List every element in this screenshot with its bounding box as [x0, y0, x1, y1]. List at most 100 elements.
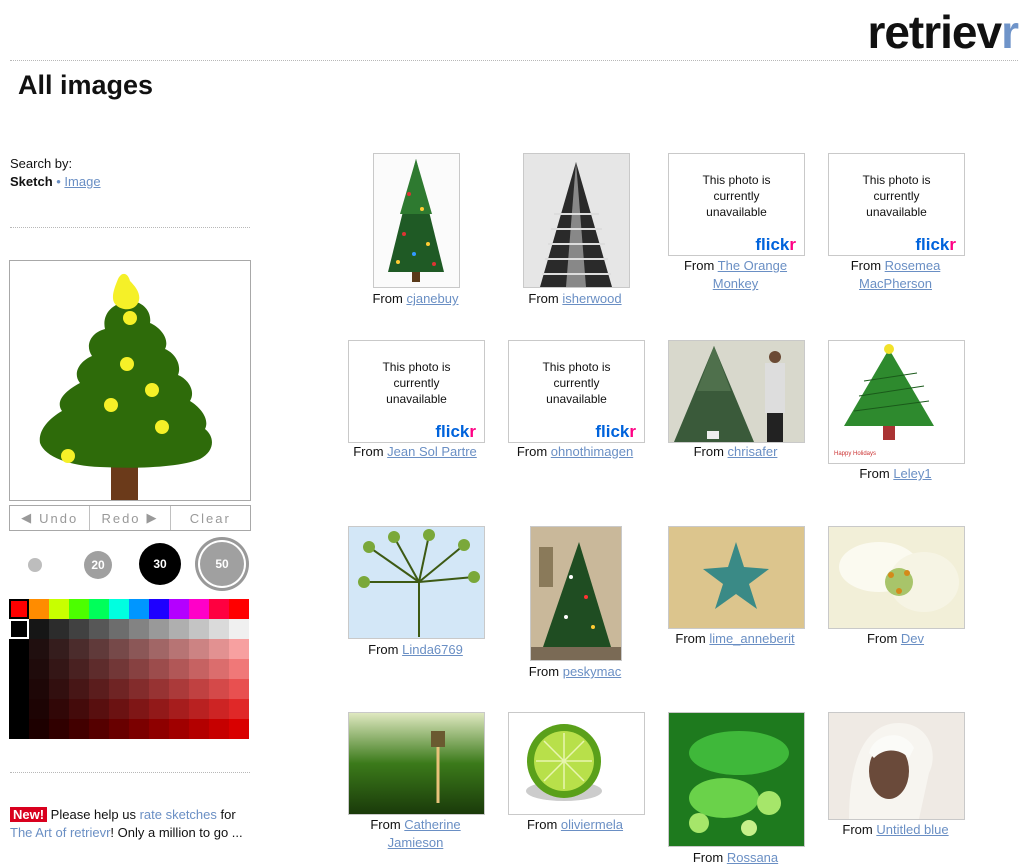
result-thumbnail[interactable]	[523, 153, 630, 288]
color-swatch[interactable]	[29, 719, 49, 739]
color-swatch[interactable]	[69, 659, 89, 679]
color-swatch[interactable]	[89, 599, 109, 619]
color-swatch[interactable]	[209, 639, 229, 659]
color-swatch[interactable]	[189, 599, 209, 619]
color-swatch[interactable]	[9, 639, 29, 659]
color-swatch[interactable]	[89, 719, 109, 739]
user-link[interactable]: chrisafer	[728, 444, 778, 459]
color-swatch[interactable]	[109, 599, 129, 619]
rate-sketches-link[interactable]: rate sketches	[140, 807, 217, 822]
color-swatch[interactable]	[229, 679, 249, 699]
color-swatch[interactable]	[229, 699, 249, 719]
color-swatch[interactable]	[189, 719, 209, 739]
color-swatch[interactable]	[149, 659, 169, 679]
color-swatch[interactable]	[209, 719, 229, 739]
color-swatch[interactable]	[129, 699, 149, 719]
user-link[interactable]: lime_anneberit	[709, 631, 794, 646]
color-swatch[interactable]	[69, 679, 89, 699]
result-thumbnail[interactable]: This photo is currently unavailable flickr	[668, 153, 805, 256]
brush-size-50[interactable]: 50	[198, 540, 246, 588]
color-swatch[interactable]	[129, 599, 149, 619]
color-swatch[interactable]	[29, 699, 49, 719]
color-swatch[interactable]	[9, 599, 29, 619]
color-swatch[interactable]	[9, 679, 29, 699]
result-thumbnail[interactable]	[668, 340, 805, 443]
result-thumbnail[interactable]	[348, 526, 485, 639]
color-swatch[interactable]	[29, 679, 49, 699]
color-swatch[interactable]	[109, 659, 129, 679]
color-swatch[interactable]	[209, 699, 229, 719]
color-swatch[interactable]	[169, 659, 189, 679]
result-thumbnail[interactable]	[828, 526, 965, 629]
color-swatch[interactable]	[229, 639, 249, 659]
color-swatch[interactable]	[209, 659, 229, 679]
color-swatch[interactable]	[169, 619, 189, 639]
undo-button[interactable]: ◀ Undo	[10, 506, 91, 530]
result-thumbnail[interactable]: This photo is currently unavailable flickr	[508, 340, 645, 443]
user-link[interactable]: Untitled blue	[876, 822, 948, 837]
color-swatch[interactable]	[209, 619, 229, 639]
color-swatch[interactable]	[89, 639, 109, 659]
result-thumbnail[interactable]	[348, 712, 485, 815]
brush-size-small[interactable]	[28, 558, 42, 572]
result-thumbnail[interactable]: Happy Holidays	[828, 340, 965, 464]
color-swatch[interactable]	[169, 639, 189, 659]
color-swatch[interactable]	[69, 719, 89, 739]
user-link[interactable]: Leley1	[893, 466, 931, 481]
color-swatch[interactable]	[109, 639, 129, 659]
result-thumbnail[interactable]	[668, 712, 805, 847]
user-link[interactable]: Rossana	[727, 850, 778, 865]
color-swatch[interactable]	[69, 619, 89, 639]
user-link[interactable]: ohnothimagen	[551, 444, 633, 459]
user-link[interactable]: The Orange Monkey	[713, 258, 787, 291]
color-swatch[interactable]	[9, 659, 29, 679]
color-swatch[interactable]	[229, 659, 249, 679]
color-swatch[interactable]	[169, 699, 189, 719]
color-swatch[interactable]	[89, 619, 109, 639]
color-swatch[interactable]	[189, 639, 209, 659]
clear-button[interactable]: Clear	[171, 506, 250, 530]
result-thumbnail[interactable]: This photo is currently unavailable flickr	[828, 153, 965, 256]
image-mode-link[interactable]: Image	[64, 174, 100, 189]
color-swatch[interactable]	[49, 719, 69, 739]
sketch-canvas[interactable]	[9, 260, 251, 501]
color-swatch[interactable]	[129, 679, 149, 699]
color-swatch[interactable]	[109, 699, 129, 719]
color-swatch[interactable]	[129, 719, 149, 739]
color-swatch[interactable]	[29, 619, 49, 639]
color-swatch[interactable]	[29, 659, 49, 679]
user-link[interactable]: isherwood	[562, 291, 621, 306]
color-swatch[interactable]	[149, 619, 169, 639]
color-swatch[interactable]	[169, 719, 189, 739]
color-swatch[interactable]	[89, 699, 109, 719]
redo-button[interactable]: Redo ▶	[90, 506, 171, 530]
color-swatch[interactable]	[149, 599, 169, 619]
brush-size-30[interactable]: 30	[139, 543, 181, 585]
color-swatch[interactable]	[169, 599, 189, 619]
color-swatch[interactable]	[49, 599, 69, 619]
color-swatch[interactable]	[49, 699, 69, 719]
color-swatch[interactable]	[229, 719, 249, 739]
result-thumbnail[interactable]	[530, 526, 622, 661]
color-swatch[interactable]	[189, 659, 209, 679]
color-swatch[interactable]	[129, 659, 149, 679]
color-swatch[interactable]	[89, 679, 109, 699]
user-link[interactable]: Dev	[901, 631, 924, 646]
color-swatch[interactable]	[189, 679, 209, 699]
color-swatch[interactable]	[129, 619, 149, 639]
color-swatch[interactable]	[49, 639, 69, 659]
art-of-retrievr-link[interactable]: The Art of retrievr	[10, 825, 110, 840]
color-swatch[interactable]	[149, 719, 169, 739]
color-swatch[interactable]	[69, 599, 89, 619]
color-swatch[interactable]	[189, 699, 209, 719]
color-swatch[interactable]	[89, 659, 109, 679]
color-swatch[interactable]	[169, 679, 189, 699]
color-swatch[interactable]	[29, 639, 49, 659]
brush-size-20[interactable]: 20	[84, 551, 112, 579]
result-thumbnail[interactable]: This photo is currently unavailable flickr	[348, 340, 485, 443]
color-swatch[interactable]	[9, 719, 29, 739]
color-swatch[interactable]	[149, 679, 169, 699]
color-palette[interactable]	[9, 599, 249, 739]
color-swatch[interactable]	[149, 639, 169, 659]
color-swatch[interactable]	[209, 679, 229, 699]
